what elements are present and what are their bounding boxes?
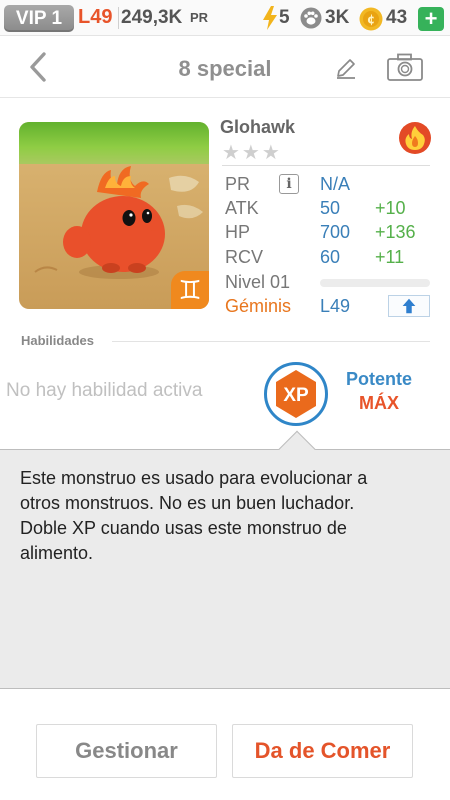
stat-value-atk: 50 [320,198,341,218]
svg-text:¢: ¢ [367,13,375,27]
player-level: L49 [78,6,113,28]
feed-button[interactable]: Da de Comer [232,724,413,778]
status-divider [118,7,119,29]
no-ability-text: No hay habilidad activa [6,380,203,401]
manage-button[interactable]: Gestionar [36,724,217,778]
potency-label: Potente [345,369,412,389]
rarity-stars: ★★★ [222,142,282,164]
header: 8 special [0,36,450,98]
stat-bonus-rcv: +11 [375,247,405,267]
monster-detail-screen: VIP 1 L49 249,3K PR 5 3K ¢ 43 + 8 specia… [0,0,450,800]
monster-name: Glohawk [220,117,296,137]
potency-value: MÁX [359,393,399,413]
stat-row-pr: PR i N/A [225,172,435,196]
upgrade-arrow-icon[interactable] [388,295,430,317]
fire-icon [399,122,431,154]
stat-bonus-atk: +10 [375,198,406,218]
sign-label: Géminis [225,296,292,316]
page-title: 8 special [178,56,272,81]
stat-value-hp: 700 [320,222,351,242]
gemini-sign-icon: ♊ [171,271,209,309]
status-bar: VIP 1 L49 249,3K PR 5 3K ¢ 43 + [0,0,450,36]
pencil-icon[interactable] [334,56,358,80]
description-line: otros monstruos. No es un buen luchador. [20,493,355,513]
stat-label-hp: HP [225,222,251,242]
name-divider [222,165,430,166]
xp-badge-icon[interactable]: XP [264,362,328,426]
vip-badge[interactable]: VIP 1 [4,5,74,32]
add-coins-button[interactable]: + [418,7,444,31]
player-pr-unit: PR [190,10,209,25]
lightning-icon [263,6,277,30]
stat-label-atk: ATK [225,198,259,218]
paw-icon [300,7,322,29]
level-label: Nivel 01 [225,272,291,292]
stat-row-level: Nivel 01 [225,270,435,294]
stat-value-pr: N/A [320,174,351,194]
description-line: Doble XP cuando usas este monstruo de [20,518,347,538]
xp-label: XP [283,385,309,406]
level-progress-bar [320,279,430,287]
stat-row-hp: HP 700 +136 [225,220,435,244]
stat-row-atk: ATK 50 +10 [225,196,435,220]
camera-icon[interactable] [386,52,424,82]
stat-label-rcv: RCV [225,247,264,267]
sign-level-value: L49 [320,296,351,316]
coin-icon: ¢ [359,7,383,31]
stat-row-rcv: RCV 60 +11 [225,245,435,269]
monster-portrait[interactable]: ♊ [19,122,209,309]
stat-row-sign: Géminis L49 [225,294,435,318]
description-text: Este monstruo es usado para evolucionar … [20,466,430,566]
energy-count: 5 [279,7,290,28]
info-icon[interactable]: i [279,174,299,194]
coin-count: 43 [386,7,408,28]
abilities-divider [112,341,430,342]
player-pr-value: 249,3K [121,7,183,28]
description-line: Este monstruo es usado para evolucionar … [20,468,368,488]
stat-value-rcv: 60 [320,247,341,267]
paw-count: 3K [325,7,350,28]
description-line: alimento. [20,543,94,563]
stat-label-pr: PR [225,174,251,194]
abilities-title: Habilidades [21,333,94,348]
stat-bonus-hp: +136 [375,222,416,242]
